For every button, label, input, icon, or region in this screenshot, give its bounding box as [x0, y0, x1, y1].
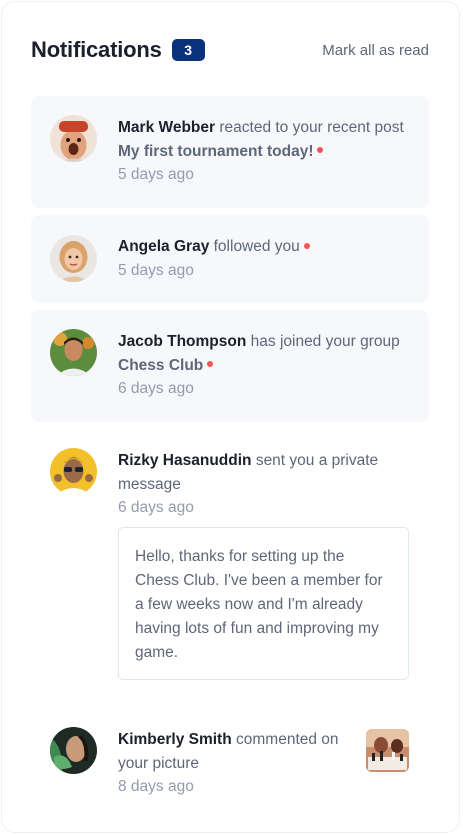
private-message-preview[interactable]: Hello, thanks for setting up the Chess C… [118, 527, 409, 680]
notification-text: Rizky Hasanuddin sent you a private mess… [118, 449, 415, 520]
user-name[interactable]: Rizky Hasanuddin [118, 452, 252, 469]
unread-dot [303, 242, 310, 249]
avatar-mark-webber[interactable] [50, 115, 97, 162]
user-name[interactable]: Mark Webber [118, 119, 215, 136]
user-name[interactable]: Kimberly Smith [118, 731, 232, 748]
mark-all-as-read-link[interactable]: Mark all as read [322, 42, 429, 59]
notification-item[interactable]: Jacob Thompson has joined your group Che… [31, 310, 429, 422]
timestamp: 6 days ago [118, 499, 194, 516]
notification-text: Kimberly Smith commented on your picture… [118, 728, 355, 799]
notification-item[interactable]: Angela Gray followed you 5 days ago [31, 215, 429, 303]
timestamp: 8 days ago [118, 778, 194, 795]
timestamp: 6 days ago [118, 380, 194, 397]
avatar-rizky-hasanuddin[interactable] [50, 448, 97, 495]
timestamp: 5 days ago [118, 166, 194, 183]
avatar-kimberly-smith[interactable] [50, 727, 97, 774]
post-link[interactable]: My first tournament today! [118, 143, 313, 160]
user-name[interactable]: Jacob Thompson [118, 333, 246, 350]
notification-action: reacted to your recent post [219, 119, 404, 136]
unread-dot [207, 361, 214, 368]
notification-text: Jacob Thompson has joined your group Che… [118, 330, 415, 401]
unread-count-badge: 3 [171, 39, 205, 61]
notification-text: Angela Gray followed you 5 days ago [118, 235, 415, 283]
avatar-angela-gray[interactable] [50, 235, 97, 282]
group-link[interactable]: Chess Club [118, 357, 203, 374]
avatar-jacob-thompson[interactable] [50, 329, 97, 376]
unread-dot [317, 147, 324, 154]
title-group: Notifications 3 [31, 37, 205, 63]
timestamp: 5 days ago [118, 261, 194, 279]
notification-item[interactable]: Mark Webber reacted to your recent post … [31, 96, 429, 208]
notification-action: has joined your group [250, 333, 400, 350]
chess-picture-thumbnail[interactable] [366, 729, 409, 772]
notification-action: followed you [213, 238, 300, 255]
page-title: Notifications [31, 37, 162, 62]
notifications-header: Notifications 3 Mark all as read [31, 36, 429, 64]
user-name[interactable]: Angela Gray [118, 238, 209, 255]
notification-text: Mark Webber reacted to your recent post … [118, 116, 415, 187]
